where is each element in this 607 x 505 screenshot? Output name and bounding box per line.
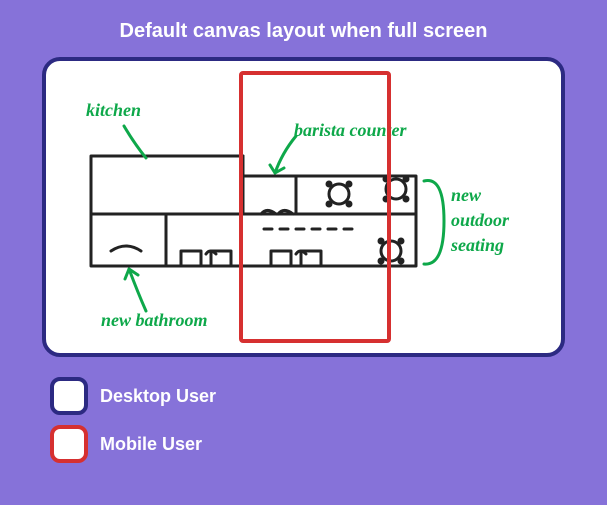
arrow-bathroom [125, 269, 146, 311]
page-title: Default canvas layout when full screen [42, 20, 565, 43]
legend: Desktop User Mobile User [42, 377, 565, 463]
legend-row-mobile: Mobile User [50, 425, 565, 463]
mobile-viewport [241, 73, 389, 341]
legend-label-mobile: Mobile User [100, 434, 202, 455]
floor-plan [91, 156, 416, 266]
annotations [124, 126, 444, 311]
label-bathroom: new bathroom [101, 310, 208, 330]
arrow-barista [270, 136, 296, 173]
legend-label-desktop: Desktop User [100, 386, 216, 407]
desktop-viewport: kitchen barista counter new outdoor seat… [42, 57, 565, 357]
label-outdoor-3: seating [450, 235, 504, 255]
brace-outdoor [424, 181, 444, 265]
swatch-mobile [50, 425, 88, 463]
arrow-kitchen [124, 126, 146, 158]
label-outdoor-1: new [451, 185, 482, 205]
swatch-desktop [50, 377, 88, 415]
legend-row-desktop: Desktop User [50, 377, 565, 415]
label-kitchen: kitchen [86, 100, 141, 120]
floor-plan-sketch: kitchen barista counter new outdoor seat… [46, 61, 561, 353]
label-outdoor-2: outdoor [451, 210, 510, 230]
table-1 [327, 182, 351, 206]
